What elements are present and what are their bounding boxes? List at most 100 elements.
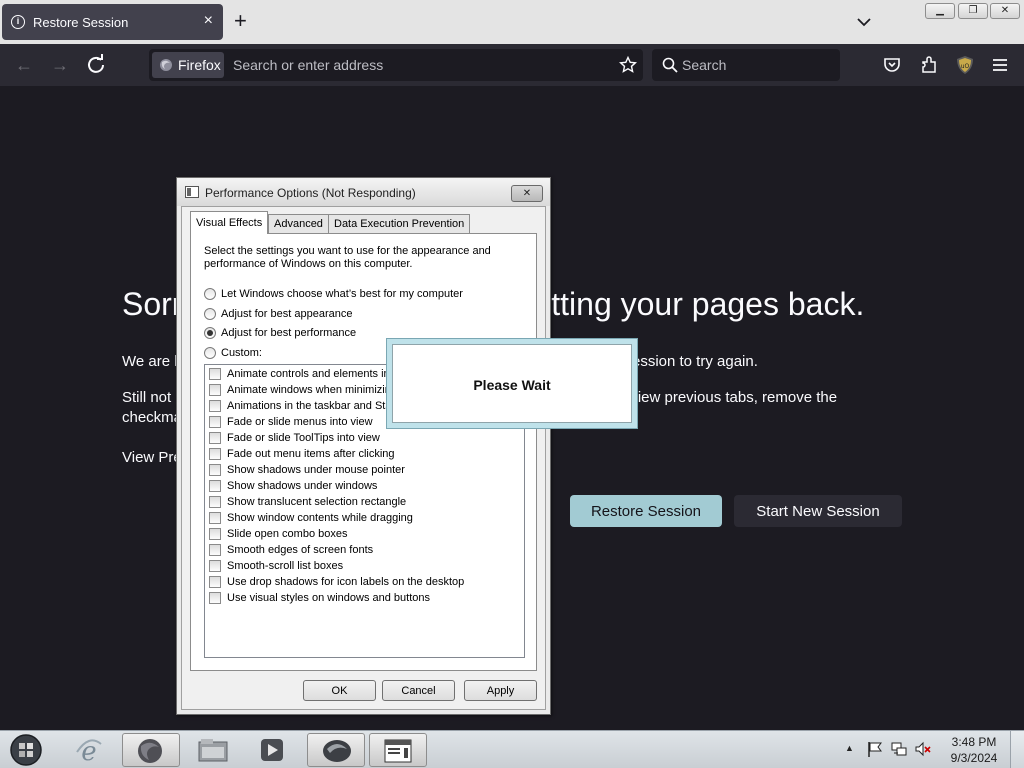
radio-label: Let Windows choose what’s best for my co… — [221, 288, 463, 300]
checkbox[interactable] — [209, 464, 221, 476]
tray-overflow-arrow-icon[interactable]: ▲ — [845, 743, 854, 753]
apply-button[interactable]: Apply — [464, 680, 537, 701]
effect-item[interactable]: Use drop shadows for icon labels on the … — [209, 575, 519, 589]
taskbar-firefox[interactable] — [122, 733, 180, 767]
taskbar-file-explorer[interactable] — [184, 733, 242, 767]
tab-data-execution-prevention[interactable]: Data Execution Prevention — [328, 214, 471, 233]
search-icon — [662, 57, 678, 73]
please-wait-body: Please Wait — [392, 344, 632, 423]
url-bar[interactable]: Firefox — [149, 49, 643, 81]
dialog-close-button[interactable]: ✕ — [511, 185, 543, 202]
effect-item[interactable]: Slide open combo boxes — [209, 527, 519, 541]
please-wait-text: Please Wait — [473, 377, 551, 393]
performance-options-dialog: Performance Options (Not Responding) ✕ V… — [176, 177, 551, 715]
cancel-button[interactable]: Cancel — [382, 680, 455, 701]
radio-label: Custom: — [221, 347, 262, 359]
effect-item[interactable]: Show translucent selection rectangle — [209, 495, 519, 509]
taskbar-internet-explorer[interactable]: e — [62, 733, 120, 767]
tab-visual-effects[interactable]: Visual Effects — [190, 211, 269, 234]
checkbox[interactable] — [209, 368, 221, 380]
firefox-icon — [160, 59, 172, 71]
list-all-tabs-icon[interactable] — [855, 13, 873, 31]
window-icon — [384, 739, 412, 763]
volume-muted-icon[interactable] — [914, 740, 932, 758]
taskbar-media-player[interactable] — [245, 733, 303, 767]
window-minimize-button[interactable]: ▁ — [925, 3, 955, 19]
checkbox[interactable] — [209, 384, 221, 396]
clock-date: 9/3/2024 — [950, 751, 998, 765]
tab-advanced[interactable]: Advanced — [268, 214, 329, 233]
checkbox[interactable] — [209, 400, 221, 412]
effect-item[interactable]: Use visual styles on windows and buttons — [209, 591, 519, 605]
tab-strip: i Restore Session × + ▁ ❐ ✕ — [0, 0, 1024, 44]
forward-icon[interactable]: → — [48, 53, 72, 77]
internet-explorer-icon: e — [76, 737, 102, 764]
dialog-title: Performance Options (Not Responding) — [205, 186, 416, 200]
nav-toolbar: ← → Firefox uO — [0, 44, 1024, 86]
radio-label: Adjust for best appearance — [221, 308, 353, 320]
checkbox[interactable] — [209, 592, 221, 604]
radio-button[interactable] — [204, 288, 216, 300]
checkbox[interactable] — [209, 496, 221, 508]
start-new-session-button[interactable]: Start New Session — [734, 495, 902, 527]
radio-button[interactable] — [204, 308, 216, 320]
checkbox[interactable] — [209, 528, 221, 540]
effect-item[interactable]: Show window contents while dragging — [209, 511, 519, 525]
back-icon[interactable]: ← — [12, 53, 36, 77]
taskbar-app[interactable] — [307, 733, 365, 767]
identity-box[interactable]: Firefox — [152, 52, 224, 78]
radio-button[interactable] — [204, 347, 216, 359]
identity-label: Firefox — [178, 57, 221, 73]
radio-label: Adjust for best performance — [221, 327, 357, 339]
tab-close-icon[interactable]: × — [204, 12, 213, 30]
ublock-origin-icon[interactable]: uO — [955, 55, 975, 75]
tab-title: Restore Session — [33, 15, 129, 30]
ok-button[interactable]: OK — [303, 680, 376, 701]
show-desktop-button[interactable] — [1010, 731, 1024, 768]
effect-item[interactable]: Show shadows under mouse pointer — [209, 463, 519, 477]
visual-effects-panel: Select the settings you want to use for … — [190, 233, 537, 671]
app-icon — [323, 740, 351, 762]
start-button-icon[interactable] — [8, 733, 44, 767]
effect-item[interactable]: Smooth edges of screen fonts — [209, 543, 519, 557]
effect-item[interactable]: Fade out menu items after clicking — [209, 447, 519, 461]
window-restore-button[interactable]: ❐ — [958, 3, 988, 19]
checkbox[interactable] — [209, 480, 221, 492]
search-bar[interactable] — [652, 49, 840, 81]
url-input[interactable] — [233, 49, 603, 81]
checkbox[interactable] — [209, 432, 221, 444]
window-close-button[interactable]: ✕ — [990, 3, 1020, 19]
checkbox[interactable] — [209, 512, 221, 524]
clock-time: 3:48 PM — [951, 735, 997, 749]
taskbar-clock[interactable]: 3:48 PM 9/3/2024 — [944, 734, 1004, 766]
checkbox[interactable] — [209, 576, 221, 588]
checkbox[interactable] — [209, 544, 221, 556]
checkbox[interactable] — [209, 560, 221, 572]
bookmark-star-icon[interactable] — [619, 56, 637, 74]
folder-icon — [198, 739, 228, 762]
please-wait-popup: Please Wait — [386, 338, 638, 429]
radio-button-selected[interactable] — [204, 327, 216, 339]
extensions-icon[interactable] — [919, 55, 939, 75]
checkbox[interactable] — [209, 416, 221, 428]
effect-item[interactable]: Smooth-scroll list boxes — [209, 559, 519, 573]
hamburger-menu-icon[interactable] — [990, 55, 1010, 75]
new-tab-button[interactable]: + — [234, 8, 247, 34]
firefox-icon — [138, 739, 162, 763]
taskbar-performance-options[interactable] — [369, 733, 427, 767]
effect-item[interactable]: Show shadows under windows — [209, 479, 519, 493]
action-center-flag-icon[interactable] — [866, 740, 884, 758]
radio-best-appearance[interactable]: Adjust for best appearance — [204, 308, 504, 322]
search-input[interactable] — [682, 49, 832, 81]
radio-let-windows-choose[interactable]: Let Windows choose what’s best for my co… — [204, 288, 504, 302]
checkbox[interactable] — [209, 448, 221, 460]
effect-item[interactable]: Fade or slide ToolTips into view — [209, 431, 519, 445]
dialog-titlebar[interactable]: Performance Options (Not Responding) ✕ — [177, 178, 550, 206]
pocket-icon[interactable] — [882, 55, 902, 75]
info-icon: i — [11, 15, 25, 29]
restore-session-button[interactable]: Restore Session — [570, 495, 722, 527]
windows-taskbar: e ▲ 3:48 PM 9/3/2024 — [0, 730, 1024, 768]
network-icon[interactable] — [890, 740, 908, 758]
tab-restore-session[interactable]: i Restore Session × — [2, 4, 223, 40]
reload-icon[interactable] — [84, 53, 108, 77]
